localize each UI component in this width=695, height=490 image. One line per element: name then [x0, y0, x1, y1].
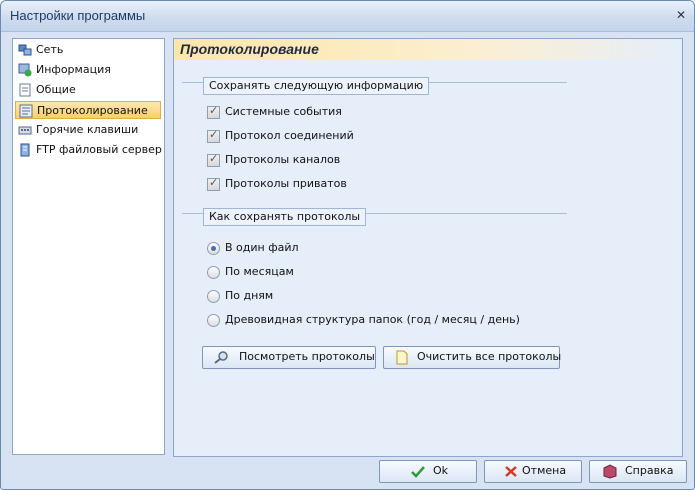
- checkmark-icon: [411, 466, 425, 478]
- view-logs-label: Посмотреть протоколы: [239, 350, 375, 363]
- network-icon: [18, 44, 32, 56]
- tree-item-label: Общие: [36, 83, 76, 96]
- save-group-title: Сохранять следующую информацию: [203, 77, 430, 95]
- document-icon: [19, 83, 31, 97]
- cross-icon: [505, 466, 517, 477]
- info-icon: [18, 63, 32, 77]
- help-book-icon: [603, 464, 617, 479]
- radio-label: По месяцам: [225, 265, 294, 278]
- checkbox-label: Протоколы каналов: [225, 153, 341, 166]
- view-logs-button[interactable]: Посмотреть протоколы: [202, 346, 376, 369]
- checkbox-label: Протоколы приватов: [225, 177, 347, 190]
- cancel-button[interactable]: Отмена: [484, 460, 582, 483]
- tree-item-label: Информация: [36, 63, 111, 76]
- help-button[interactable]: Справка: [589, 460, 687, 483]
- log-icon: [19, 104, 33, 118]
- checkbox-check-icon[interactable]: [207, 128, 220, 143]
- tree-item-ftp-server[interactable]: FTP файловый сервер: [15, 141, 162, 159]
- tree-item-label: Горячие клавиши: [36, 123, 139, 136]
- blank-document-icon: [396, 350, 408, 365]
- clear-logs-label: Очистить все протоколы: [417, 350, 562, 363]
- tree-item-label: Сеть: [36, 43, 64, 56]
- checkbox-label: Протокол соединений: [225, 129, 354, 142]
- cancel-label: Отмена: [522, 464, 567, 477]
- close-icon[interactable]: ✕: [674, 8, 688, 22]
- radio-selected-icon[interactable]: [207, 242, 220, 255]
- radio-label: В один файл: [225, 241, 299, 254]
- tree-item-logging[interactable]: Протоколирование: [15, 101, 161, 119]
- tree-item-hotkeys[interactable]: Горячие клавиши: [15, 121, 161, 139]
- settings-panel: Протоколирование Сохранять следующую инф…: [173, 38, 683, 457]
- tree-item-label: FTP файловый сервер: [36, 143, 162, 156]
- ftp-server-icon: [20, 143, 30, 157]
- window-title: Настройки программы: [10, 8, 146, 23]
- checkbox-label: Системные события: [225, 105, 342, 118]
- help-label: Справка: [625, 464, 674, 477]
- checkbox-check-icon[interactable]: [207, 104, 220, 119]
- tree-item-info[interactable]: Информация: [15, 61, 161, 79]
- radio-label: По дням: [225, 289, 274, 302]
- radio-icon[interactable]: [207, 314, 220, 327]
- ok-label: Ok: [433, 464, 449, 477]
- panel-title: Протоколирование: [180, 41, 319, 57]
- settings-tree: Сеть Информация Общие Протоколирование Г…: [12, 38, 165, 455]
- keyboard-icon: [18, 126, 32, 135]
- radio-label: Древовидная структура папок (год / месяц…: [225, 313, 520, 326]
- settings-window: Настройки программы ✕ Сеть Информация Об…: [0, 0, 695, 490]
- radio-icon[interactable]: [207, 266, 220, 279]
- checkbox-check-icon[interactable]: [207, 176, 220, 191]
- clear-logs-button[interactable]: Очистить все протоколы: [383, 346, 562, 369]
- radio-icon[interactable]: [207, 290, 220, 303]
- tree-item-network[interactable]: Сеть: [15, 41, 161, 59]
- panel-header: Протоколирование: [174, 39, 682, 60]
- title-bar[interactable]: Настройки программы ✕: [1, 1, 694, 32]
- ok-button[interactable]: Ok: [379, 460, 477, 483]
- magnifier-icon: [214, 351, 228, 364]
- tree-item-general[interactable]: Общие: [15, 81, 161, 99]
- tree-item-label: Протоколирование: [37, 104, 148, 117]
- checkbox-check-icon[interactable]: [207, 152, 220, 167]
- mode-group-title: Как сохранять протоколы: [203, 208, 367, 226]
